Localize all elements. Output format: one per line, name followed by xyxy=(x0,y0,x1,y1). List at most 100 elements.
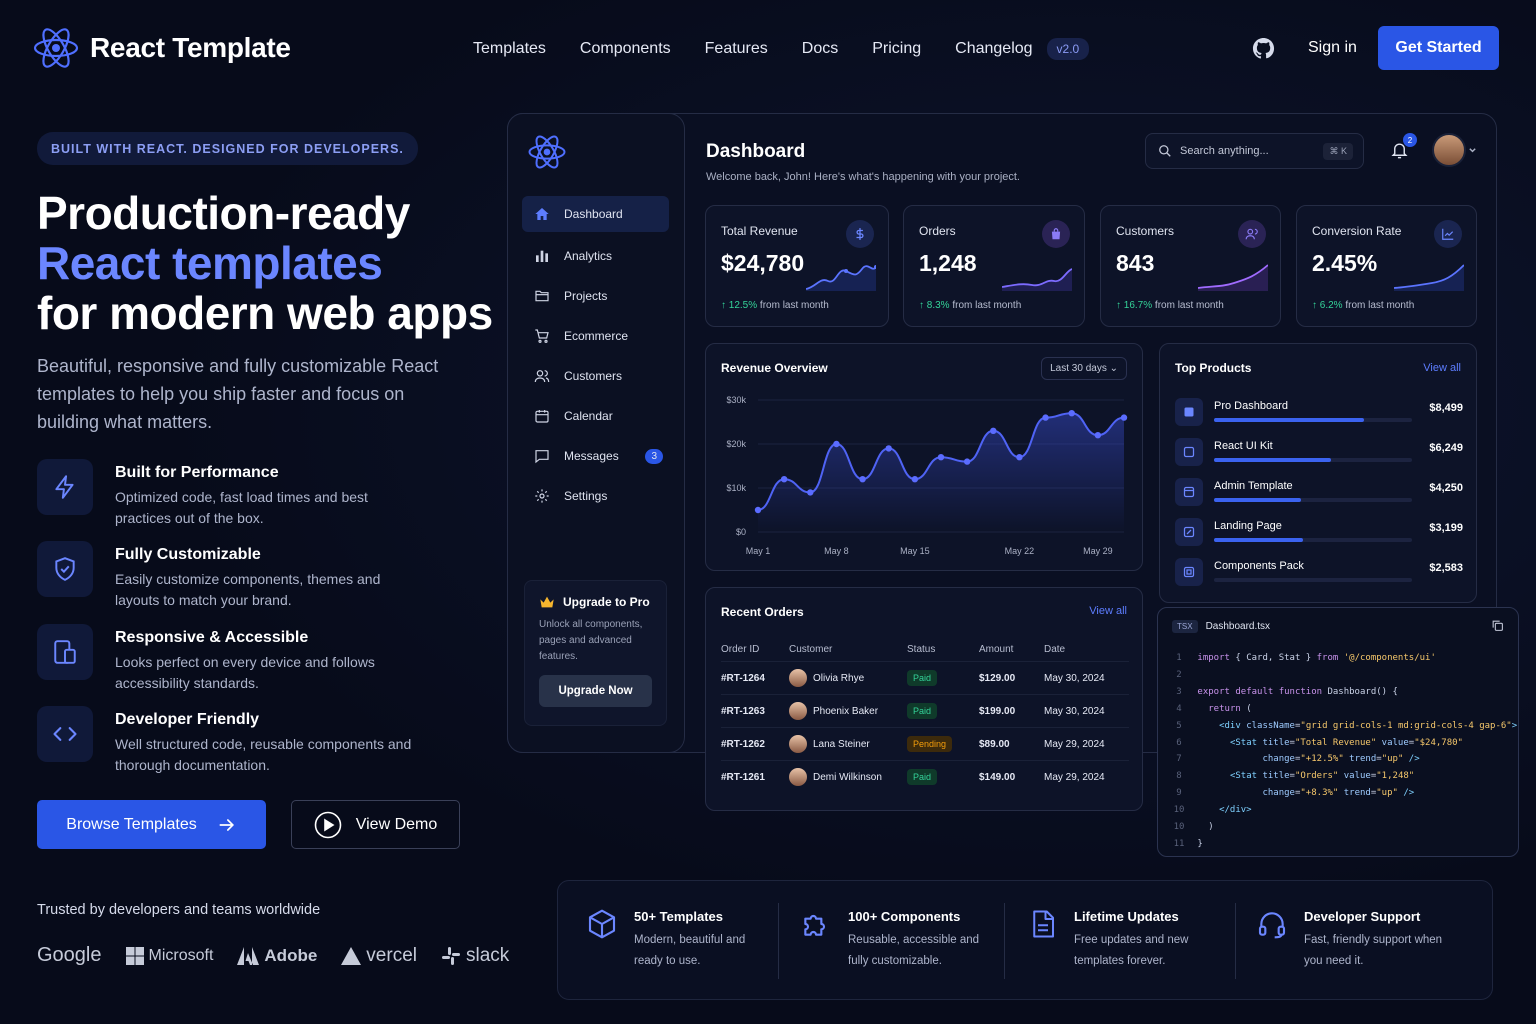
dashboard-title: Dashboard xyxy=(706,141,806,162)
table-row[interactable]: #RT-1264 Olivia Rhye Paid $129.00 May 30… xyxy=(721,661,1129,695)
main-nav: Templates Components Features Docs Prici… xyxy=(473,38,1090,60)
highlight-updates: Lifetime Updates Free updates and new tem… xyxy=(1028,907,1214,972)
highlight-desc: Fast, friendly support when you need it. xyxy=(1304,934,1443,967)
x-tick-label: May 1 xyxy=(746,546,771,556)
arrow-right-icon xyxy=(219,818,234,831)
product-value: $4,250 xyxy=(1429,482,1463,494)
feature-desc: Well structured code, reusable component… xyxy=(115,736,412,773)
product-item[interactable]: Components Pack $2,583 xyxy=(1175,558,1463,588)
sidebar-item-calendar[interactable]: Calendar xyxy=(522,398,669,434)
stat-value: 2.45% xyxy=(1312,250,1378,276)
product-item[interactable]: Admin Template $4,250 xyxy=(1175,478,1463,508)
revenue-overview-card: Revenue Overview Last 30 days ⌄ $0 $10k $2… xyxy=(705,343,1143,571)
sidebar-item-label: Messages xyxy=(564,449,619,463)
nav-pricing[interactable]: Pricing xyxy=(872,40,921,58)
bar-chart-icon xyxy=(536,250,548,262)
table-row[interactable]: #RT-1263 Phoenix Baker Paid $199.00 May … xyxy=(721,694,1129,728)
code-content: 1 import { Card, Stat } from '@/componen… xyxy=(1173,653,1518,849)
product-value: $2,583 xyxy=(1429,562,1463,574)
sidebar-item-settings[interactable]: Settings xyxy=(522,478,669,514)
upgrade-desc: Unlock all components, pages and advance… xyxy=(539,619,643,662)
sidebar-item-label: Customers xyxy=(564,369,623,383)
y-tick-label: $30k xyxy=(726,395,746,405)
x-tick-label: May 29 xyxy=(1083,546,1113,556)
search-placeholder: Search anything... xyxy=(1180,145,1269,157)
avatar[interactable] xyxy=(1432,133,1466,167)
get-started-button[interactable]: Get Started xyxy=(1378,26,1499,70)
code-panel: TSX Dashboard.tsx 1 import { Card, Stat }… xyxy=(1157,607,1519,857)
col-amount: Amount xyxy=(979,644,1014,655)
x-tick-label: May 8 xyxy=(824,546,849,556)
sidebar-item-label: Analytics xyxy=(564,249,613,263)
product-name: Pro Dashboard xyxy=(1214,400,1288,412)
sidebar-item-messages[interactable]: Messages 3 xyxy=(522,438,669,474)
sidebar-react-icon xyxy=(527,132,567,172)
chevron-down-icon[interactable] xyxy=(1468,146,1477,155)
data-point xyxy=(833,440,840,448)
nav-docs[interactable]: Docs xyxy=(802,40,838,58)
feature-title: Responsive & Accessible xyxy=(115,629,309,646)
code-lang-badge: TSX xyxy=(1172,620,1198,633)
bolt-icon xyxy=(37,459,93,515)
nav-changelog[interactable]: Changelog xyxy=(955,40,1032,58)
product-bar xyxy=(1214,418,1365,422)
product-item[interactable]: React UI Kit $6,249 xyxy=(1175,438,1463,468)
sidebar-item-analytics[interactable]: Analytics xyxy=(522,238,669,274)
signin-link[interactable]: Sign in xyxy=(1308,39,1357,57)
table-row[interactable]: #RT-1261 Demi Wilkinson Paid $149.00 May… xyxy=(721,760,1129,794)
sidebar-item-dashboard[interactable]: Dashboard xyxy=(522,196,669,232)
brand-logo[interactable]: React Template xyxy=(32,24,291,72)
code-filename: Dashboard.tsx xyxy=(1205,621,1271,632)
feature-responsive: Responsive & Accessible Looks perfect on … xyxy=(37,624,415,694)
demo-label: View Demo xyxy=(355,815,438,833)
product-icon xyxy=(1175,438,1203,466)
data-point xyxy=(963,458,971,465)
search-input[interactable]: Search anything... ⌘ K xyxy=(1145,133,1364,169)
product-value: $6,249 xyxy=(1429,442,1463,454)
browse-templates-button[interactable]: Browse Templates xyxy=(37,800,266,849)
sidebar-item-projects[interactable]: Projects xyxy=(522,278,669,314)
stat-value: 843 xyxy=(1116,250,1155,276)
product-value: $3,199 xyxy=(1429,522,1463,534)
orders-view-all-link[interactable]: View all xyxy=(1089,605,1127,617)
status-badge: Paid xyxy=(907,768,938,785)
upgrade-card: Upgrade to Pro Unlock all components, pa… xyxy=(524,580,667,726)
nav-components[interactable]: Components xyxy=(580,40,671,58)
feature-title: Fully Customizable xyxy=(115,546,261,563)
nav-templates[interactable]: Templates xyxy=(473,40,546,58)
revenue-chart: $0 $10k $20k $30k May 1 May 8 May 15 May 22 May … xyxy=(726,395,1128,556)
table-row[interactable]: #RT-1262 Lana Steiner Pending $89.00 May… xyxy=(721,727,1129,761)
trusted-label: Trusted by developers and teams worldwid… xyxy=(37,902,321,918)
sidebar-item-label: Ecommerce xyxy=(564,329,629,343)
orders-sparkline xyxy=(1002,268,1072,291)
version-badge: v2.0 xyxy=(1046,38,1090,60)
sidebar-item-customers[interactable]: Customers xyxy=(522,358,669,394)
product-name: Landing Page xyxy=(1214,520,1282,532)
highlight-desc: Reusable, accessible and fully customiza… xyxy=(848,934,980,967)
view-demo-button[interactable]: View Demo xyxy=(291,800,460,849)
puzzle-icon xyxy=(804,915,825,936)
products-view-all-link[interactable]: View all xyxy=(1423,362,1461,374)
sidebar-item-ecommerce[interactable]: Ecommerce xyxy=(522,318,669,354)
stat-change: ↑ 8.3% from last month xyxy=(919,300,1022,311)
crown-icon xyxy=(540,596,554,608)
cart-icon xyxy=(535,329,549,343)
product-item[interactable]: Pro Dashboard $8,499 xyxy=(1175,398,1463,428)
devices-icon xyxy=(37,624,93,680)
sidebar-item-label: Dashboard xyxy=(564,207,623,221)
data-point xyxy=(754,506,762,514)
product-name: React UI Kit xyxy=(1214,440,1273,452)
nav-features[interactable]: Features xyxy=(705,40,768,58)
conversion-sparkline xyxy=(1394,264,1464,291)
product-item[interactable]: Landing Page $3,199 xyxy=(1175,518,1463,548)
avatar xyxy=(789,768,807,787)
brand-logos: Google Microsoft Adobe vercel slack xyxy=(37,944,509,967)
github-icon[interactable] xyxy=(1252,37,1275,60)
highlight-title: 50+ Templates xyxy=(634,909,724,924)
browse-label: Browse Templates xyxy=(66,815,197,833)
upgrade-now-button[interactable]: Upgrade Now xyxy=(539,675,652,707)
copy-icon[interactable] xyxy=(1491,619,1504,632)
data-point xyxy=(1094,432,1102,439)
dashboard-subtitle: Welcome back, John! Here's what's happen… xyxy=(706,171,1020,183)
search-shortcut: ⌘ K xyxy=(1323,142,1353,160)
